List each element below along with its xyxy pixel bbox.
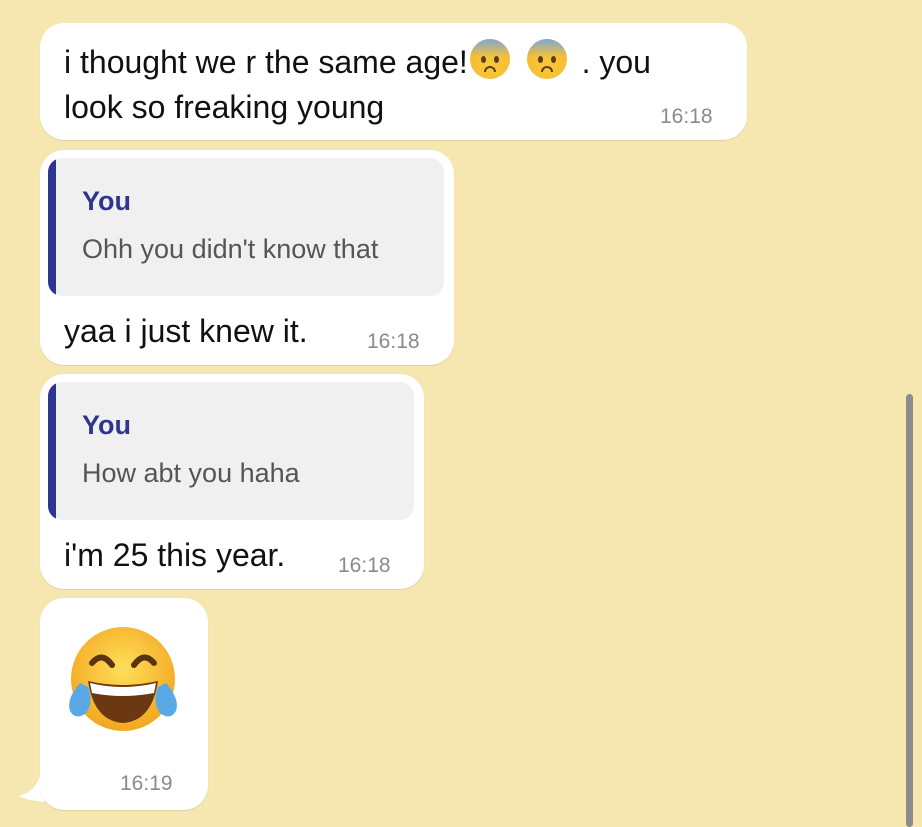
message-text: i'm 25 this year. [64, 537, 286, 573]
message-text-line-2: look so freaking young [64, 89, 385, 125]
message-bubble-2[interactable]: You Ohh you didn't know that yaa i just … [40, 150, 454, 365]
quote-author: You [82, 186, 131, 216]
message-timestamp: 16:18 [338, 554, 391, 577]
quote-author: You [82, 410, 131, 440]
message-text-line-1: i thought we r the same age! . you [64, 39, 651, 84]
quote-accent-bar [48, 382, 56, 520]
anxious-face-icon [526, 39, 567, 79]
message-bubble-1[interactable]: i thought we r the same age! . you look … [40, 23, 747, 140]
face-with-tears-of-joy-icon [69, 627, 177, 731]
message-text: yaa i just knew it. [64, 313, 308, 349]
quote-accent-bar [48, 158, 56, 296]
message-timestamp: 16:18 [660, 105, 713, 128]
message-text-part: i thought we r the same age! [64, 44, 468, 80]
quote-text: How abt you haha [82, 458, 300, 488]
message-timestamp: 16:18 [367, 330, 420, 353]
message-bubble-3[interactable]: You How abt you haha i'm 25 this year. 1… [40, 374, 424, 589]
message-timestamp: 16:19 [120, 772, 173, 795]
message-text-part: . you [581, 44, 651, 80]
scrollbar[interactable] [906, 394, 913, 827]
anxious-face-icon [469, 39, 510, 79]
quoted-message[interactable]: You How abt you haha [48, 382, 414, 520]
quote-text: Ohh you didn't know that [82, 234, 379, 264]
quoted-message[interactable]: You Ohh you didn't know that [48, 158, 444, 296]
